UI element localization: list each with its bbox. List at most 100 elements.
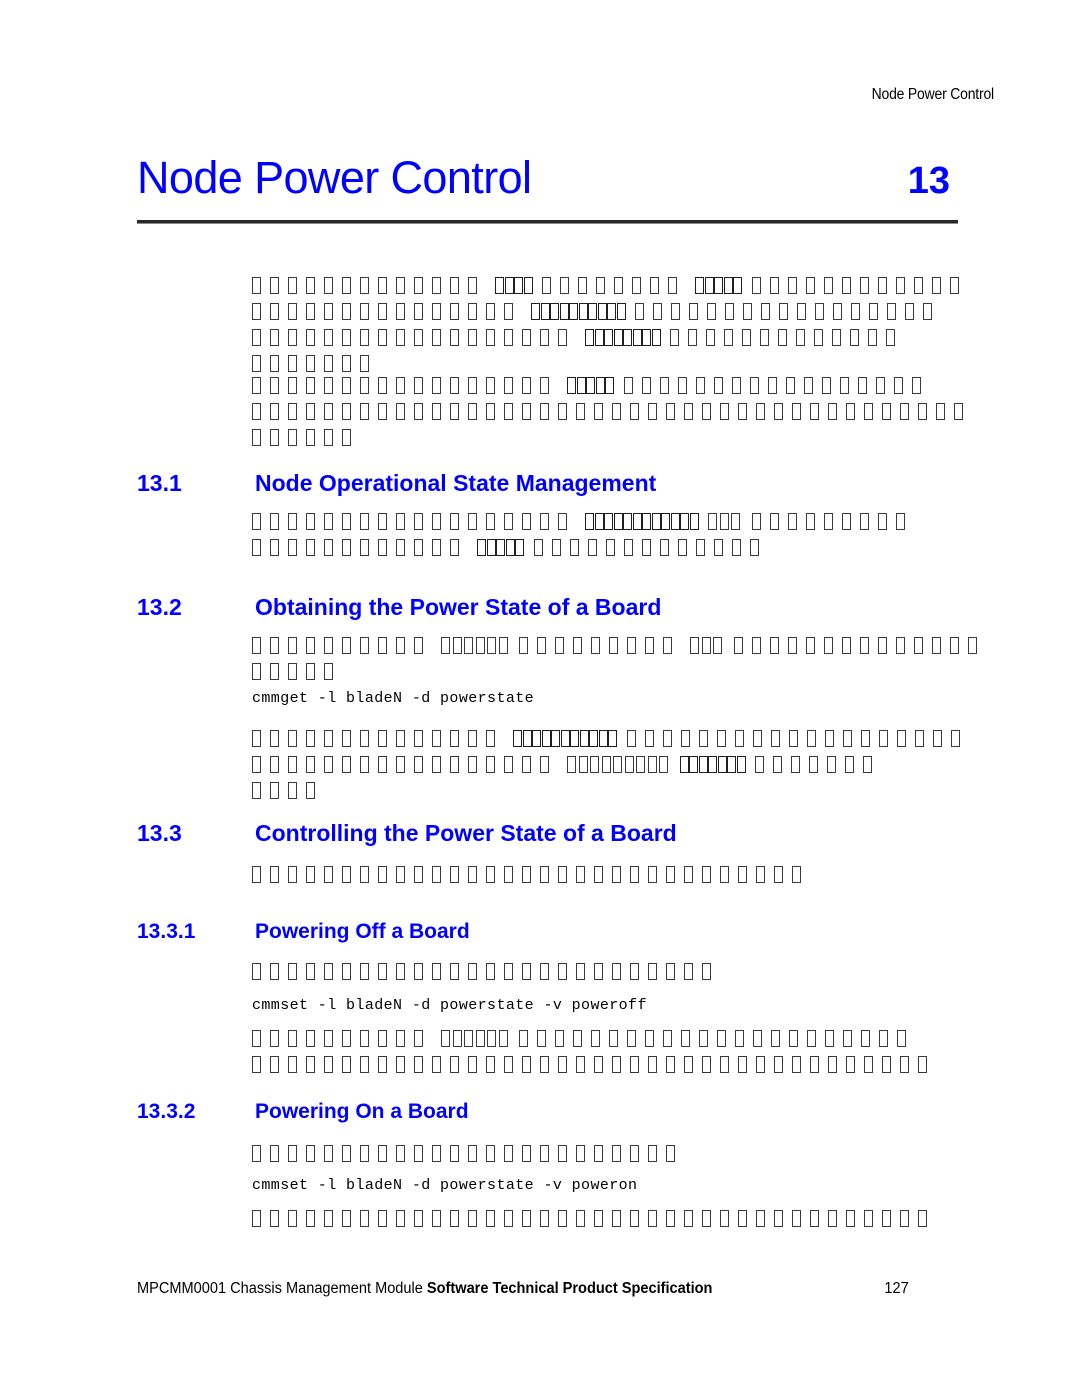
missing-glyph-run bbox=[585, 329, 661, 346]
missing-glyph-box bbox=[846, 403, 855, 420]
missing-glyph-box bbox=[396, 1056, 405, 1073]
missing-glyph-box bbox=[504, 403, 513, 420]
missing-glyph-box bbox=[805, 277, 815, 294]
missing-glyph-box bbox=[487, 637, 496, 654]
missing-glyph-box bbox=[605, 539, 615, 556]
missing-glyph-box bbox=[378, 963, 387, 980]
missing-glyph-run bbox=[252, 403, 972, 420]
missing-glyph-run bbox=[531, 303, 626, 320]
missing-glyph-run bbox=[252, 730, 504, 747]
missing-glyph-box bbox=[378, 756, 387, 773]
missing-glyph-box bbox=[288, 963, 297, 980]
missing-glyph-box bbox=[540, 866, 549, 883]
missing-glyph-box bbox=[378, 1030, 387, 1047]
missing-glyph-box bbox=[623, 513, 632, 530]
missing-glyph-box bbox=[560, 730, 570, 747]
missing-glyph-box bbox=[522, 329, 531, 346]
missing-glyph-box bbox=[725, 303, 734, 320]
missing-glyph-box bbox=[596, 277, 605, 294]
missing-glyph-box bbox=[868, 329, 877, 346]
code-line-cmmset-poweroff: cmmset -l bladeN -d powerstate -v powero… bbox=[252, 997, 647, 1014]
missing-glyph-box bbox=[597, 303, 607, 320]
missing-glyph-box bbox=[845, 756, 854, 773]
missing-glyph-box bbox=[578, 277, 587, 294]
missing-glyph-box bbox=[825, 1030, 834, 1047]
missing-glyph-box bbox=[650, 277, 659, 294]
footer-title-regular: MPCMM0001 Chassis Management Module bbox=[137, 1280, 427, 1297]
missing-glyph-box bbox=[895, 637, 905, 654]
missing-glyph-box bbox=[695, 277, 704, 294]
missing-glyph-box bbox=[486, 730, 495, 747]
missing-glyph-box bbox=[815, 303, 824, 320]
missing-glyph-box bbox=[708, 513, 717, 530]
missing-glyph-box bbox=[468, 730, 477, 747]
missing-glyph-box bbox=[475, 637, 485, 654]
missing-glyph-box bbox=[803, 377, 813, 394]
missing-glyph-box bbox=[607, 303, 616, 320]
body-text-line bbox=[252, 1056, 936, 1082]
missing-glyph-box bbox=[630, 1145, 639, 1162]
missing-glyph-box bbox=[823, 637, 833, 654]
missing-glyph-box bbox=[623, 329, 632, 346]
missing-glyph-box bbox=[306, 637, 315, 654]
missing-glyph-box bbox=[814, 329, 823, 346]
missing-glyph-box bbox=[432, 1056, 441, 1073]
missing-glyph-box bbox=[378, 329, 387, 346]
body-paragraph bbox=[252, 866, 810, 892]
missing-glyph-box bbox=[324, 1145, 333, 1162]
missing-glyph-box bbox=[306, 355, 315, 372]
missing-glyph-box bbox=[468, 866, 477, 883]
missing-glyph-box bbox=[642, 329, 651, 346]
missing-glyph-box bbox=[414, 637, 423, 654]
missing-glyph-run bbox=[252, 663, 342, 680]
missing-glyph-box bbox=[324, 329, 333, 346]
missing-glyph-box bbox=[807, 1030, 816, 1047]
missing-glyph-box bbox=[670, 513, 680, 530]
section-title: Obtaining the Power State of a Board bbox=[255, 594, 662, 620]
missing-glyph-box bbox=[756, 1056, 765, 1073]
missing-glyph-run bbox=[252, 1145, 684, 1162]
missing-glyph-box bbox=[731, 377, 741, 394]
missing-glyph-box bbox=[931, 637, 941, 654]
missing-glyph-box bbox=[824, 730, 834, 747]
missing-glyph-box bbox=[540, 963, 549, 980]
missing-glyph-box bbox=[630, 963, 639, 980]
missing-glyph-box bbox=[270, 963, 279, 980]
missing-glyph-box bbox=[324, 637, 333, 654]
missing-glyph-box bbox=[609, 637, 618, 654]
missing-glyph-box bbox=[396, 866, 405, 883]
missing-glyph-box bbox=[587, 539, 597, 556]
missing-glyph-box bbox=[594, 513, 604, 530]
missing-glyph-box bbox=[432, 277, 441, 294]
missing-glyph-box bbox=[636, 756, 645, 773]
missing-glyph-box bbox=[734, 730, 744, 747]
missing-glyph-box bbox=[702, 403, 711, 420]
missing-glyph-box bbox=[522, 730, 532, 747]
missing-glyph-box bbox=[594, 1210, 603, 1227]
missing-glyph-box bbox=[559, 303, 569, 320]
missing-glyph-run bbox=[252, 866, 810, 883]
missing-glyph-box bbox=[450, 377, 459, 394]
missing-glyph-box bbox=[514, 277, 523, 294]
missing-glyph-box bbox=[450, 303, 459, 320]
missing-glyph-box bbox=[573, 1030, 582, 1047]
missing-glyph-box bbox=[613, 513, 623, 530]
missing-glyph-box bbox=[324, 663, 333, 680]
missing-glyph-box bbox=[414, 866, 423, 883]
missing-glyph-box bbox=[841, 277, 851, 294]
missing-glyph-box bbox=[792, 403, 801, 420]
missing-glyph-box bbox=[859, 637, 869, 654]
missing-glyph-box bbox=[324, 429, 333, 446]
missing-glyph-box bbox=[531, 303, 540, 320]
missing-glyph-box bbox=[468, 963, 477, 980]
missing-glyph-box bbox=[785, 377, 795, 394]
missing-glyph-box bbox=[487, 1030, 496, 1047]
missing-glyph-box bbox=[342, 1030, 351, 1047]
chapter-divider bbox=[137, 220, 958, 224]
section-title: Node Operational State Management bbox=[255, 470, 657, 496]
missing-glyph-box bbox=[288, 377, 297, 394]
missing-glyph-box bbox=[475, 1030, 485, 1047]
missing-glyph-box bbox=[954, 403, 963, 420]
missing-glyph-box bbox=[288, 637, 297, 654]
missing-glyph-box bbox=[324, 963, 333, 980]
